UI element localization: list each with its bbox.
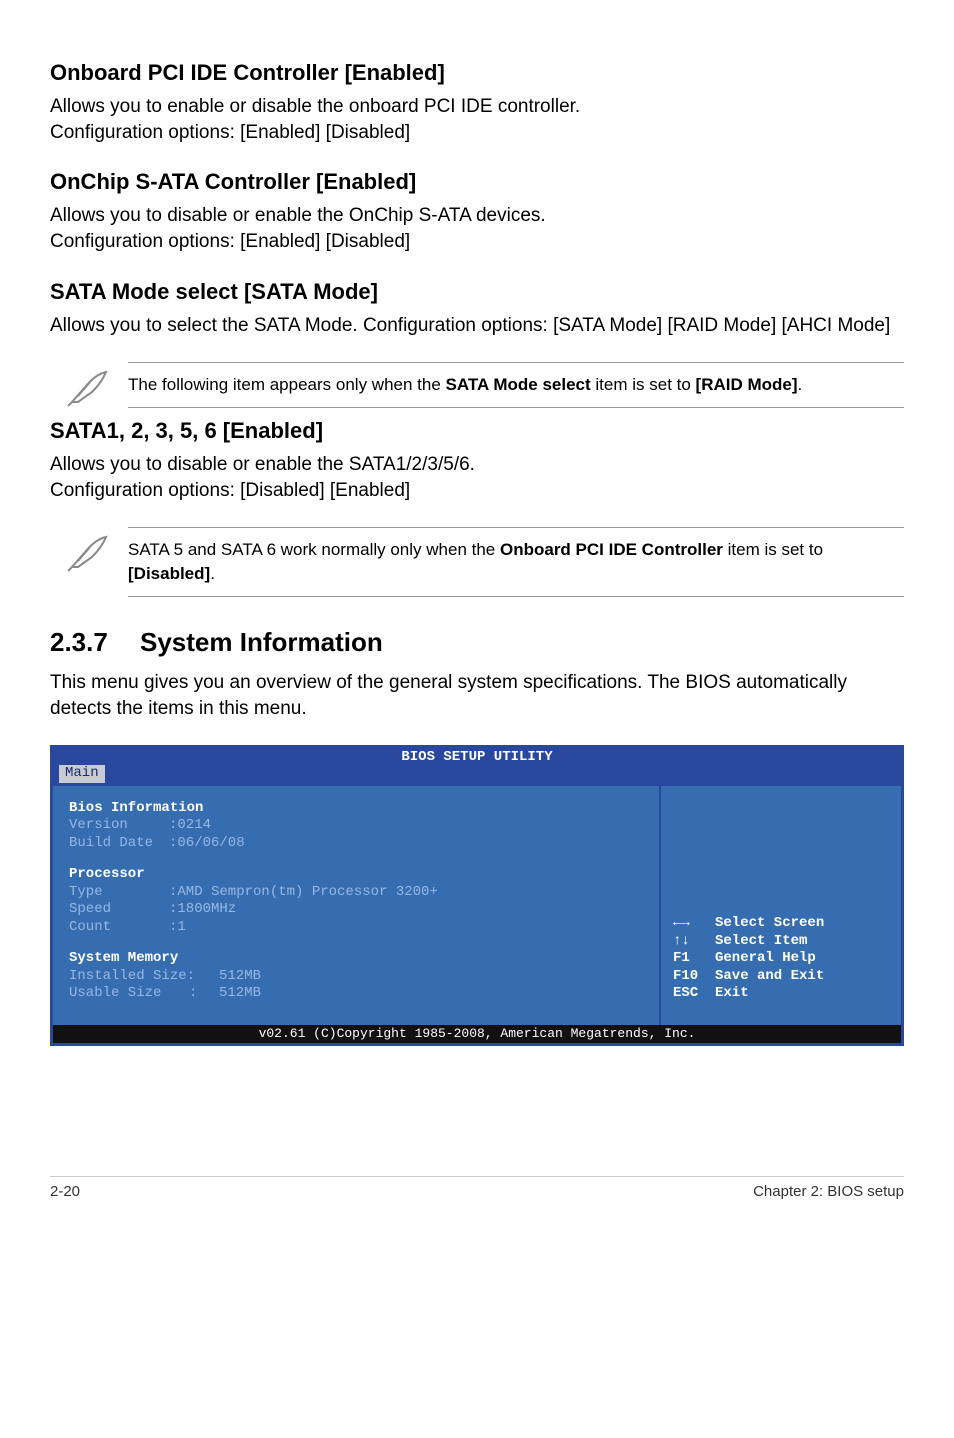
bios-title: BIOS SETUP UTILITY <box>53 748 901 768</box>
bios-row: Type:AMD Sempron(tm) Processor 3200+ <box>69 884 643 902</box>
bios-value: :06/06/08 <box>169 835 245 851</box>
heading-sata-123-56: SATA1, 2, 3, 5, 6 [Enabled] <box>50 418 904 444</box>
note-bold: [Disabled] <box>128 564 210 583</box>
bios-copyright-footer: v02.61 (C)Copyright 1985-2008, American … <box>53 1025 901 1043</box>
paragraph: Allows you to disable or enable the OnCh… <box>50 203 904 254</box>
chapter-label: Chapter 2: BIOS setup <box>753 1183 904 1200</box>
text-line: Allows you to disable or enable the SATA… <box>50 454 475 475</box>
up-down-arrow-icon <box>673 933 715 951</box>
section-title: System Information <box>140 627 383 657</box>
bios-row: Usable Size:512MB <box>69 985 643 1003</box>
bios-help-row: F1 General Help <box>673 950 889 968</box>
bios-help-text: Select Screen <box>715 915 824 933</box>
section-number: 2.3.7 <box>50 627 140 658</box>
heading-onchip-sata: OnChip S-ATA Controller [Enabled] <box>50 169 904 195</box>
bios-help-row: Select Screen <box>673 915 889 933</box>
note-bold: [RAID Mode] <box>696 375 798 394</box>
heading-onboard-pci-ide: Onboard PCI IDE Controller [Enabled] <box>50 60 904 86</box>
bios-help-text: Save and Exit <box>715 968 824 986</box>
page-footer: 2-20 Chapter 2: BIOS setup <box>50 1176 904 1200</box>
note-text-part: SATA 5 and SATA 6 work normally only whe… <box>128 540 500 559</box>
bios-sep: : <box>189 985 219 1003</box>
paragraph: Allows you to enable or disable the onbo… <box>50 94 904 145</box>
note-bold: SATA Mode select <box>446 375 591 394</box>
bios-row: Version:0214 <box>69 817 643 835</box>
paragraph: This menu gives you an overview of the g… <box>50 670 904 721</box>
paragraph: Allows you to disable or enable the SATA… <box>50 452 904 503</box>
note-bold: Onboard PCI IDE Controller <box>500 540 723 559</box>
bios-label: Speed <box>69 901 169 919</box>
bios-help-row: ESC Exit <box>673 985 889 1003</box>
quill-icon <box>50 527 128 573</box>
bios-heading: System Memory <box>69 950 643 968</box>
section-heading: 2.3.7System Information <box>50 627 904 658</box>
note-block: SATA 5 and SATA 6 work normally only whe… <box>50 527 904 597</box>
text-line: Configuration options: [Disabled] [Enabl… <box>50 480 410 501</box>
bios-row: Speed:1800MHz <box>69 901 643 919</box>
bios-heading: Processor <box>69 866 643 884</box>
note-text-part: . <box>798 375 803 394</box>
bios-value: 512MB <box>219 968 261 984</box>
bios-body: Bios Information Version:0214 Build Date… <box>53 786 901 1025</box>
bios-row: Build Date:06/06/08 <box>69 835 643 853</box>
bios-label: Version <box>69 817 169 835</box>
bios-help-key: F10 <box>673 968 715 986</box>
note-block: The following item appears only when the… <box>50 362 904 408</box>
text-line: Configuration options: [Enabled] [Disabl… <box>50 122 410 143</box>
note-text: The following item appears only when the… <box>128 362 904 408</box>
bios-help-key: F1 <box>673 950 715 968</box>
bios-tab-bar <box>53 768 901 786</box>
bios-row: Installed Size:512MB <box>69 968 643 986</box>
bios-label: Count <box>69 919 169 937</box>
page-number: 2-20 <box>50 1183 80 1200</box>
bios-help-text: Exit <box>715 985 749 1003</box>
text-line: Allows you to enable or disable the onbo… <box>50 96 580 117</box>
bios-help-text: General Help <box>715 950 816 968</box>
bios-label: Type <box>69 884 169 902</box>
note-text: SATA 5 and SATA 6 work normally only whe… <box>128 527 904 597</box>
bios-value: :1800MHz <box>169 901 236 917</box>
note-text-part: item is set to <box>591 375 696 394</box>
heading-sata-mode-select: SATA Mode select [SATA Mode] <box>50 279 904 305</box>
note-text-part: . <box>210 564 215 583</box>
bios-tab-main: Main <box>59 765 105 783</box>
bios-value: 512MB <box>219 985 261 1001</box>
bios-label: Usable Size <box>69 985 189 1003</box>
bios-value: :1 <box>169 919 186 935</box>
text-line: Configuration options: [Enabled] [Disabl… <box>50 231 410 252</box>
bios-help-key: ESC <box>673 985 715 1003</box>
left-right-arrow-icon <box>673 915 715 933</box>
bios-right-pane: Select Screen Select Item F1 General Hel… <box>661 786 901 1025</box>
bios-label: Build Date <box>69 835 169 853</box>
bios-help-row: F10 Save and Exit <box>673 968 889 986</box>
paragraph: Allows you to select the SATA Mode. Conf… <box>50 313 904 339</box>
bios-value: :AMD Sempron(tm) Processor 3200+ <box>169 884 438 900</box>
bios-screenshot: BIOS SETUP UTILITY Main Bios Information… <box>50 745 904 1046</box>
bios-heading: Bios Information <box>69 800 643 818</box>
bios-left-pane: Bios Information Version:0214 Build Date… <box>53 786 661 1025</box>
bios-row: Count:1 <box>69 919 643 937</box>
note-text-part: item is set to <box>723 540 823 559</box>
bios-value: :0214 <box>169 817 211 833</box>
bios-help-row: Select Item <box>673 933 889 951</box>
note-text-part: The following item appears only when the <box>128 375 446 394</box>
bios-label: Installed Size: <box>69 968 219 986</box>
quill-icon <box>50 362 128 408</box>
bios-help-text: Select Item <box>715 933 807 951</box>
text-line: Allows you to disable or enable the OnCh… <box>50 205 546 226</box>
